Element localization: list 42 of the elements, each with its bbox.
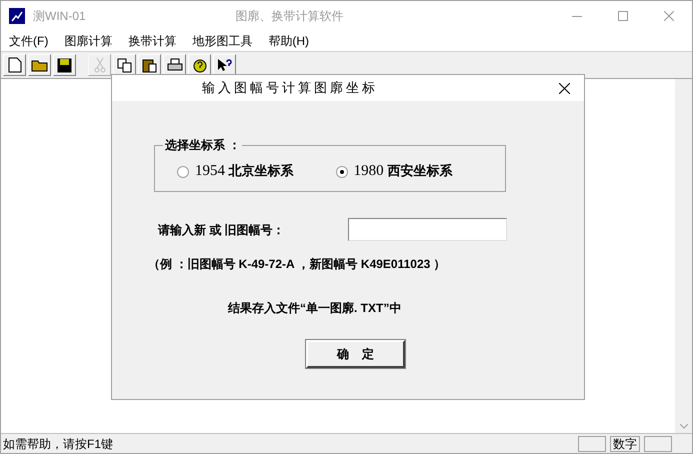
copy-icon: [116, 58, 132, 72]
group-label: 选择坐标系 ：: [163, 137, 242, 153]
menu-item[interactable]: 换带计算: [126, 32, 178, 50]
status-pane: [578, 436, 606, 452]
toolbar-button[interactable]: [53, 54, 76, 76]
help-pointer-icon: [216, 58, 232, 72]
example-text: （例 ：旧图幅号 K-49-72-A ，新图幅号 K49E011023 ）: [148, 256, 446, 273]
toolbar-button[interactable]: [3, 54, 26, 76]
status-text: 如需帮助，请按F1键: [3, 436, 114, 452]
radio-option[interactable]: 1980 西安坐标系: [336, 154, 452, 183]
close-icon: [558, 82, 570, 94]
new-file-icon: [8, 57, 22, 73]
radio-label: 1980 西安坐标系: [354, 162, 452, 182]
window-title: 图廓、换带计算软件: [236, 8, 344, 25]
close-icon: [664, 11, 674, 21]
app-icon: [9, 8, 25, 24]
scissors-icon: [94, 57, 106, 73]
window-title: 测WIN-01: [33, 8, 86, 25]
map-sheet-input[interactable]: [348, 218, 507, 241]
radio-option[interactable]: 1954 北京坐标系: [177, 154, 294, 183]
menu-item[interactable]: 图廓计算: [62, 32, 114, 50]
radio-button[interactable]: [177, 166, 189, 178]
menu-item[interactable]: 帮助(H): [266, 32, 311, 50]
menu-item[interactable]: 文件(F): [7, 32, 50, 50]
ok-button[interactable]: 确 定: [306, 340, 405, 368]
input-label: 请输入新 或 旧图幅号：: [158, 222, 286, 238]
folder-icon: [30, 58, 48, 72]
radio-button[interactable]: [336, 166, 348, 178]
scroll-down-icon: [680, 424, 688, 429]
maximize-icon: [618, 11, 628, 21]
printer-icon: [166, 58, 182, 72]
status-pane: 数字: [610, 436, 640, 452]
dialog-title: 输入图幅号计算图廓坐标: [202, 79, 378, 98]
question-icon: [192, 58, 206, 72]
menu-item[interactable]: 地形图工具: [190, 32, 254, 50]
scrollbar[interactable]: [675, 79, 692, 433]
radio-label: 1954 北京坐标系: [195, 162, 294, 182]
status-pane: [644, 436, 672, 452]
clipboard-icon: [142, 58, 158, 72]
save-icon: [57, 58, 72, 72]
note-text: 结果存入文件“单一图廓. TXT”中: [228, 300, 402, 317]
toolbar-button[interactable]: [28, 54, 51, 76]
